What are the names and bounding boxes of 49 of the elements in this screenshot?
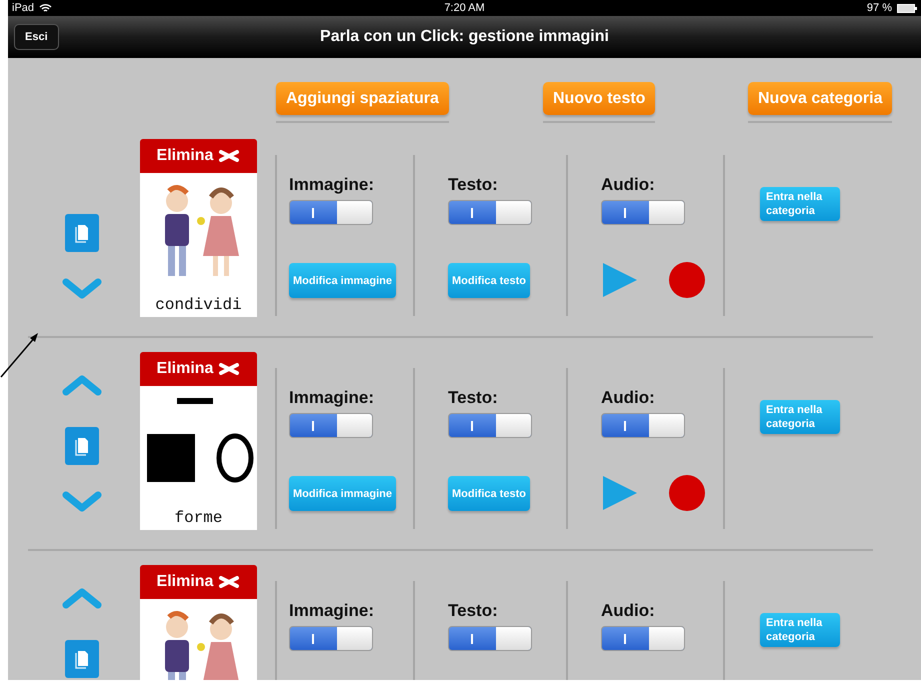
image-toggle[interactable] — [289, 200, 373, 225]
audio-toggle[interactable] — [601, 200, 685, 225]
enter-category-button[interactable]: Entra nella categoria — [760, 400, 840, 434]
wifi-icon — [39, 3, 52, 13]
toolbar-button[interactable]: Nuova categoria — [748, 82, 892, 115]
toolbar-button[interactable]: Aggiungi spaziatura — [276, 82, 449, 115]
toolbar-button[interactable]: Nuovo testo — [543, 82, 656, 115]
edit-text-button[interactable]: Modifica testo — [448, 263, 530, 298]
text-toggle[interactable] — [448, 200, 532, 225]
image-label: Immagine: — [289, 175, 374, 195]
window-title: Parla con un Click: gestione immagini — [320, 28, 609, 46]
battery-level: 97 % — [866, 2, 892, 14]
delete-button[interactable]: Elimina — [140, 139, 257, 173]
image-toggle[interactable] — [289, 413, 373, 438]
record-icon[interactable] — [668, 261, 706, 299]
image-label: Immagine: — [289, 388, 374, 408]
battery-icon — [896, 4, 917, 12]
record-icon[interactable] — [668, 474, 706, 512]
cross-icon — [218, 150, 240, 162]
audio-label: Audio: — [601, 175, 655, 195]
edit-text-button[interactable]: Modifica testo — [448, 476, 530, 511]
text-toggle[interactable] — [448, 413, 532, 438]
edit-image-button[interactable]: Modifica immagine — [289, 476, 396, 511]
back-button[interactable]: Esci — [14, 24, 59, 50]
audio-label: Audio: — [601, 601, 655, 621]
picture-caption: condividi — [155, 296, 242, 314]
enter-category-button[interactable]: Entra nella categoria — [760, 613, 840, 647]
cross-icon — [218, 576, 240, 588]
enter-category-button[interactable]: Entra nella categoria — [760, 187, 840, 221]
cross-icon — [218, 363, 240, 375]
copy-icon[interactable] — [65, 214, 99, 252]
edit-image-button[interactable]: Modifica immagine — [289, 263, 396, 298]
audio-toggle[interactable] — [601, 413, 685, 438]
text-toggle[interactable] — [448, 626, 532, 651]
clock-time: 7:20 AM — [444, 2, 485, 14]
delete-button[interactable]: Elimina — [140, 565, 257, 599]
text-label: Testo: — [448, 388, 498, 408]
copy-icon[interactable] — [65, 427, 99, 465]
text-label: Testo: — [448, 175, 498, 195]
audio-toggle[interactable] — [601, 626, 685, 651]
annotation-arrow — [0, 330, 40, 378]
copy-icon[interactable] — [65, 640, 99, 678]
picture-caption: forme — [174, 509, 222, 527]
text-label: Testo: — [448, 601, 498, 621]
device-name: iPad — [12, 2, 34, 14]
audio-label: Audio: — [601, 388, 655, 408]
image-label: Immagine: — [289, 601, 374, 621]
delete-button[interactable]: Elimina — [140, 352, 257, 386]
image-toggle[interactable] — [289, 626, 373, 651]
